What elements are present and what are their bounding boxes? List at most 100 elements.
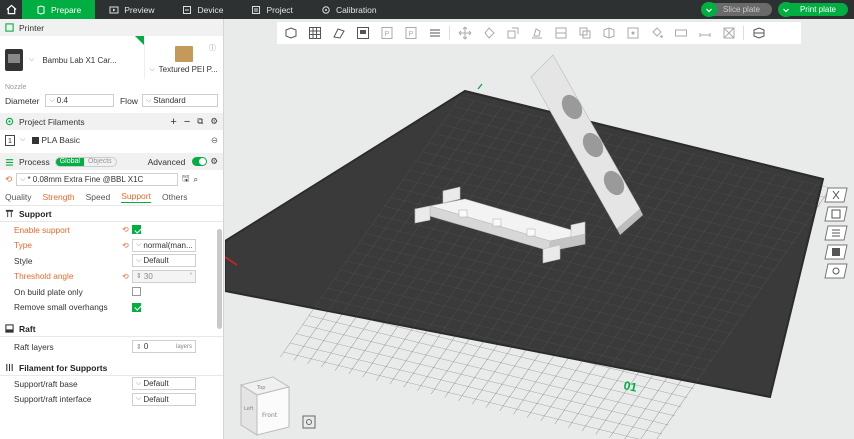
3d-viewport[interactable]: 01 Top Front Left P P [225,19,854,439]
filament-supports-title: Filament for Supports [19,362,108,373]
raft-layers-input[interactable]: ⇕ 0 layers [132,340,196,353]
assembly-button[interactable] [719,25,738,42]
objects-option[interactable]: Objects [84,158,116,166]
support-interface-value: Default [143,394,169,404]
variable-layer-button[interactable] [749,25,768,42]
reset-icon[interactable]: ⟲ [5,174,12,185]
rotate-icon [483,27,495,39]
home-button[interactable] [0,0,22,19]
enable-support-label: Enable support [14,224,70,235]
print-dropdown-toggle[interactable] [777,2,794,17]
tab-device[interactable]: Device [168,0,237,19]
tab-preview[interactable]: Preview [95,0,168,19]
printer-edit-corner[interactable] [135,36,144,45]
enable-support-checkbox[interactable] [132,225,141,235]
global-objects-toggle[interactable]: Global Objects [54,156,117,167]
print-plate-button[interactable]: Print plate [785,3,848,16]
process-section-header: Process Global Objects Advanced ⚙ [0,153,223,170]
subtab-quality[interactable]: Quality [5,192,31,202]
measure-icon [699,33,710,37]
scale-button[interactable] [503,25,522,42]
add-plate-button[interactable] [305,25,324,42]
tab-project[interactable]: Project [237,0,306,19]
add-model-button[interactable] [281,25,300,42]
printer-section-header: Printer [0,19,223,36]
arrange-button[interactable] [353,25,372,42]
threshold-angle-label: Threshold angle [14,271,74,282]
chevron-down-icon[interactable]: ⌵ [20,136,25,144]
info-icon[interactable]: ⓘ [209,43,216,53]
move-button[interactable] [455,25,474,42]
plate-type-selector[interactable]: ⌵ Textured PEI P... ⓘ [149,41,218,79]
text-button[interactable] [671,25,690,42]
reset-icon[interactable]: ⟲ [122,225,129,234]
stepper-icon: ⇕ [136,343,142,351]
remove-overhangs-checkbox[interactable] [132,302,141,312]
top-view-icon[interactable] [824,206,848,222]
color-paint-button[interactable] [647,25,666,42]
slice-plate-button[interactable]: Slice plate [709,3,772,16]
search-icon[interactable]: ⌕ [193,174,198,185]
tab-label: Device [197,4,224,15]
split-objects-button[interactable]: P [377,25,396,42]
process-profile-select[interactable]: ⌵ * 0.08mm Extra Fine @BBL X1C [16,173,179,186]
subtab-speed[interactable]: Speed [86,192,111,202]
support-interface-select[interactable]: ⌵ Default [132,392,196,406]
cut-button[interactable] [551,25,570,42]
printer-thumbnail [5,49,23,71]
filament-settings-icon[interactable]: ⚙ [210,116,218,127]
measure-button[interactable] [695,25,714,42]
slice-dropdown-toggle[interactable] [701,2,718,17]
subtab-support[interactable]: Support [121,191,151,203]
flow-select[interactable]: ⌵ Standard [141,94,218,107]
subtab-others[interactable]: Others [162,192,188,202]
support-paint-button[interactable] [599,25,618,42]
toolbar-separator [743,26,744,40]
cut-icon [555,27,566,39]
add-filament-icon[interactable]: + [170,116,176,128]
reset-icon[interactable]: ⟲ [122,272,129,281]
threshold-angle-input[interactable]: ⇕ 30 ° [132,269,196,283]
layers-button[interactable] [425,25,444,42]
lay-on-face-button[interactable] [527,25,546,42]
object-list-icon[interactable] [824,244,848,260]
seam-paint-button[interactable] [623,25,642,42]
panel-scrollbar[interactable] [217,229,222,329]
front-view-icon[interactable] [824,225,848,241]
tab-calibration[interactable]: Calibration [307,0,391,19]
printer-selector[interactable]: ⌵ Bambu Lab X1 Car... [5,36,145,79]
assembly-icon [723,27,734,39]
filament-select[interactable]: PLA Basic [32,135,80,145]
support-base-select[interactable]: ⌵ Default [132,377,196,391]
chevron-down-icon: ⌵ [136,379,142,387]
boolean-icon [579,27,590,39]
auto-orient-button[interactable] [329,25,348,42]
subtab-strength[interactable]: Strength [42,192,74,202]
zoom-fit-icon[interactable] [302,415,316,429]
reset-icon[interactable]: ⟲ [122,241,129,250]
support-style-select[interactable]: ⌵ Default [132,254,196,268]
advanced-switch[interactable] [192,157,208,166]
camera-view-icon[interactable] [824,263,848,279]
raft-layers-value: 0 [143,342,149,351]
filament-supports-icon [6,363,13,372]
mesh-boolean-button[interactable] [575,25,594,42]
build-plate-only-checkbox[interactable] [132,287,141,297]
close-view-icon[interactable] [824,187,848,203]
rotate-button[interactable] [479,25,498,42]
save-icon[interactable]: 🖫 [182,173,189,187]
support-base-label: Support/raft base [14,378,78,389]
slice-print-group: Slice plate Print plate [701,2,848,17]
diameter-select[interactable]: ⌵ 0.4 [45,94,114,107]
sync-filament-icon[interactable]: ⧉ [197,116,203,127]
filament-edit-icon[interactable]: ⊖ [211,135,218,146]
tab-prepare[interactable]: Prepare [22,0,96,19]
support-type-select[interactable]: ⌵ normal(man... [132,238,196,252]
remove-filament-icon[interactable]: − [184,116,190,128]
support-type-label: Type [14,240,32,251]
split-parts-button[interactable]: P [401,25,420,42]
split-parts-icon: P [405,27,416,39]
global-option[interactable]: Global [55,157,84,166]
slice-plate-group: Slice plate [701,2,772,17]
process-settings-icon[interactable]: ⚙ [210,156,218,167]
